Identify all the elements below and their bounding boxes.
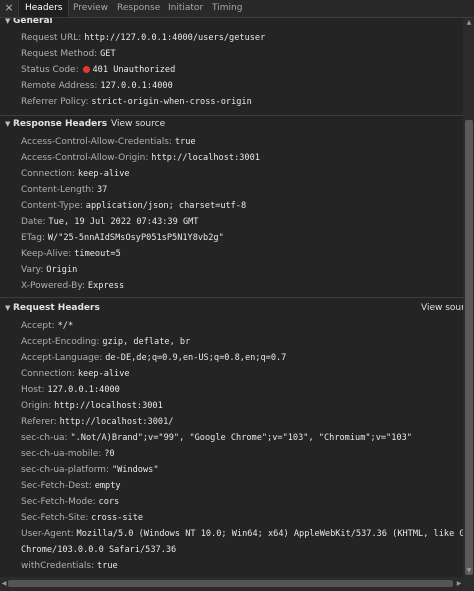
request-header-row: sec-ch-ua: ".Not/A)Brand";v="99", "Googl… — [21, 433, 412, 443]
request-header-row: Sec-Fetch-Dest: empty — [21, 481, 121, 491]
request-header-row: withCredentials: true — [21, 561, 118, 571]
response-header-row: Content-Type: application/json; charset=… — [21, 201, 247, 211]
close-icon[interactable]: × — [3, 1, 15, 15]
vertical-scrollbar-thumb[interactable] — [465, 120, 473, 575]
response-header-row: Vary: Origin — [21, 265, 78, 275]
request-header-row: User-Agent: Mozilla/5.0 (Windows NT 10.0… — [21, 529, 463, 539]
tab-preview[interactable]: Preview — [73, 0, 108, 17]
scroll-down-arrow-icon[interactable]: ▼ — [464, 566, 474, 575]
general-section-header[interactable]: ▼ General — [0, 18, 463, 29]
headers-panel: ▼ General Request URL: http://127.0.0.1:… — [0, 18, 463, 576]
request-header-row: sec-ch-ua-platform: "Windows" — [21, 465, 159, 475]
tab-response[interactable]: Response — [117, 0, 160, 17]
request-header-row: Referer: http://localhost:3001/ — [21, 417, 174, 427]
devtools-tab-bar: × Headers Preview Response Initiator Tim… — [0, 0, 474, 18]
response-header-row: ETag: W/"25-5nnAIdSMsOsyP051sP5N1Y8vb2g" — [21, 233, 224, 243]
response-header-row: Content-Length: 37 — [21, 185, 108, 195]
request-header-row: Accept-Encoding: gzip, deflate, br — [21, 337, 191, 347]
response-header-row: Access-Control-Allow-Credentials: true — [21, 137, 196, 147]
response-header-row: X-Powered-By: Express — [21, 281, 125, 291]
request-header-row: sec-ch-ua-mobile: ?0 — [21, 449, 115, 459]
general-row: Status Code: 401 Unauthorized — [21, 65, 176, 75]
general-row: Request URL: http://127.0.0.1:4000/users… — [21, 33, 266, 43]
response-header-row: Access-Control-Allow-Origin: http://loca… — [21, 153, 260, 163]
scroll-left-arrow-icon[interactable]: ◀ — [0, 578, 8, 590]
collapse-triangle-icon: ▼ — [5, 304, 11, 312]
request-header-row: Sec-Fetch-Site: cross-site — [21, 513, 144, 523]
view-source-link[interactable]: View source — [111, 116, 165, 132]
response-header-row: Keep-Alive: timeout=5 — [21, 249, 121, 259]
tab-headers[interactable]: Headers — [18, 0, 70, 17]
response-header-row: Connection: keep-alive — [21, 169, 130, 179]
request-header-row: Chrome/103.0.0.0 Safari/537.36 — [21, 545, 177, 555]
scroll-right-arrow-icon[interactable]: ▶ — [455, 578, 463, 590]
view-source-link[interactable]: View source — [421, 300, 463, 316]
request-header-row: Origin: http://localhost:3001 — [21, 401, 163, 411]
tab-initiator[interactable]: Initiator — [168, 0, 203, 17]
horizontal-scrollbar-thumb[interactable] — [8, 580, 453, 587]
general-title: General — [13, 18, 53, 26]
status-error-icon — [82, 66, 90, 73]
collapse-triangle-icon: ▼ — [5, 18, 11, 25]
tab-timing[interactable]: Timing — [212, 0, 242, 17]
request-header-row: Accept: */* — [21, 321, 74, 331]
request-headers-section-header[interactable]: ▼ Request Headers View source — [0, 300, 463, 316]
scroll-up-arrow-icon[interactable]: ▲ — [464, 18, 474, 27]
response-header-row: Date: Tue, 19 Jul 2022 07:43:39 GMT — [21, 217, 199, 227]
request-header-row: Sec-Fetch-Mode: cors — [21, 497, 120, 507]
general-row: Referrer Policy: strict-origin-when-cros… — [21, 97, 252, 107]
request-header-row: Host: 127.0.0.1:4000 — [21, 385, 120, 395]
request-header-row: Connection: keep-alive — [21, 369, 130, 379]
request-header-row: Accept-Language: de-DE,de;q=0.9,en-US;q=… — [21, 353, 287, 363]
general-row: Remote Address: 127.0.0.1:4000 — [21, 81, 173, 91]
collapse-triangle-icon: ▼ — [5, 120, 11, 128]
section-divider — [0, 297, 463, 298]
general-row: Request Method: GET — [21, 49, 116, 59]
response-headers-section-header[interactable]: ▼ Response Headers View source — [0, 116, 463, 132]
